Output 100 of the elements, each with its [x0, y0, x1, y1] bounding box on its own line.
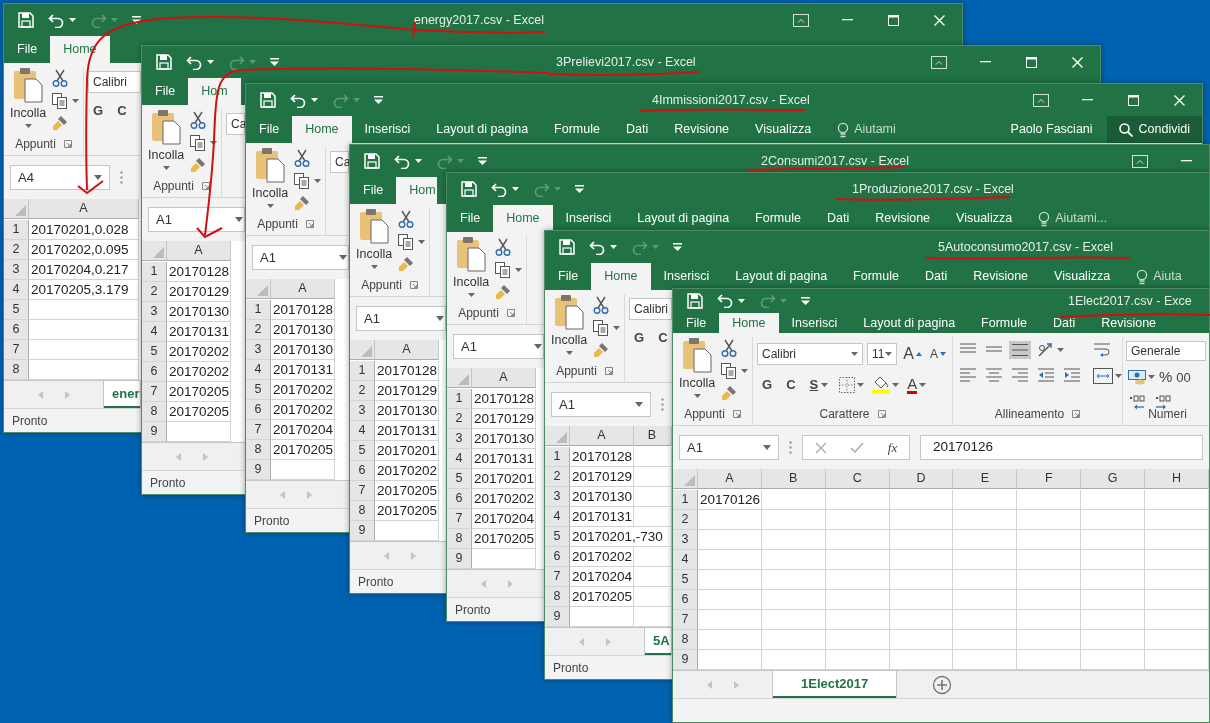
paintbrush-icon[interactable] — [593, 342, 610, 358]
ribbon-tab[interactable]: Formule — [742, 205, 814, 232]
row-header[interactable]: 6 — [545, 547, 570, 567]
paste-button[interactable]: Incolla — [250, 147, 291, 215]
scissors-icon[interactable] — [52, 69, 69, 87]
tell-me-field[interactable]: Aiutami — [824, 116, 909, 143]
row-header[interactable]: 8 — [545, 587, 570, 607]
paste-button[interactable]: Incolla — [8, 67, 49, 135]
column-header[interactable]: E — [953, 469, 1018, 489]
column-header[interactable]: B — [634, 426, 672, 446]
save-icon[interactable] — [687, 292, 703, 309]
ribbon-tab[interactable]: File — [673, 312, 720, 333]
save-icon[interactable] — [156, 54, 172, 70]
ribbon-tab[interactable]: Layout di pagina — [722, 263, 841, 290]
row-header[interactable]: 9 — [350, 521, 375, 541]
save-icon[interactable] — [364, 153, 380, 169]
paintbrush-icon[interactable] — [190, 157, 207, 173]
row-header[interactable]: 5 — [673, 570, 698, 590]
increase-indent-button[interactable] — [1061, 367, 1083, 383]
scissors-icon[interactable] — [721, 339, 738, 357]
minimize-icon[interactable] — [841, 19, 853, 21]
column-header[interactable]: A — [167, 241, 231, 261]
italic-button[interactable]: C — [112, 101, 132, 121]
ribbon-display-icon[interactable] — [1132, 154, 1148, 168]
caret-icon[interactable] — [72, 99, 80, 103]
row-header[interactable]: 5 — [545, 527, 570, 547]
ribbon-tab[interactable]: File — [4, 36, 51, 63]
column-header[interactable]: F — [1017, 469, 1082, 489]
ribbon-tab[interactable]: Inserisci — [552, 205, 625, 232]
row-header[interactable]: 4 — [350, 421, 375, 441]
launcher-icon[interactable] — [1072, 410, 1081, 418]
row-header[interactable]: 3 — [447, 429, 472, 449]
row-header[interactable]: 6 — [4, 320, 29, 340]
ribbon-tab[interactable]: Dati — [1039, 312, 1089, 333]
column-header[interactable]: A — [697, 469, 762, 489]
row-header[interactable]: 5 — [350, 441, 375, 461]
italic-button[interactable]: C — [781, 375, 801, 395]
grow-font-button[interactable]: A — [901, 341, 924, 367]
align-bottom-button[interactable] — [1009, 341, 1031, 359]
row-header[interactable]: 3 — [246, 340, 271, 360]
row-header[interactable]: 2 — [350, 381, 375, 401]
row-header[interactable]: 8 — [447, 529, 472, 549]
row-header[interactable]: 1 — [246, 300, 271, 320]
ribbon-tab[interactable]: Inserisci — [778, 312, 851, 333]
row-header[interactable]: 1 — [447, 389, 472, 409]
copy-icon[interactable] — [52, 93, 69, 109]
row-header[interactable]: 6 — [142, 362, 167, 382]
paintbrush-icon[interactable] — [495, 284, 512, 300]
bold-button[interactable]: G — [757, 375, 778, 395]
column-header[interactable]: A — [375, 340, 439, 360]
ribbon-tab[interactable]: Revisione — [1088, 312, 1170, 333]
launcher-icon[interactable] — [201, 182, 210, 190]
grip-icon[interactable] — [120, 171, 123, 184]
ribbon-tab[interactable]: Revisione — [960, 263, 1042, 290]
column-header[interactable]: A — [271, 279, 335, 299]
copy-icon[interactable] — [495, 262, 512, 278]
minimize-icon[interactable] — [979, 61, 991, 63]
row-header[interactable]: 8 — [142, 402, 167, 422]
row-header[interactable]: 2 — [246, 320, 271, 340]
ribbon-tab[interactable]: Home — [719, 312, 779, 333]
ribbon-tab[interactable]: Dati — [612, 116, 662, 143]
launcher-icon[interactable] — [877, 410, 886, 418]
maximize-icon[interactable] — [887, 14, 899, 26]
ribbon-tab[interactable]: Dati — [813, 205, 863, 232]
row-header[interactable]: 7 — [350, 481, 375, 501]
bold-button[interactable]: G — [88, 101, 109, 121]
row-header[interactable]: 4 — [142, 322, 167, 342]
row-header[interactable]: 9 — [673, 650, 698, 670]
ribbon-tab[interactable]: Home — [292, 116, 352, 143]
row-header[interactable]: 7 — [142, 382, 167, 402]
scissors-icon[interactable] — [398, 210, 415, 228]
caret-icon[interactable] — [610, 245, 617, 249]
italic-button[interactable]: C — [653, 328, 669, 348]
row-header[interactable]: 7 — [447, 509, 472, 529]
row-header[interactable]: 3 — [4, 260, 29, 280]
ribbon-tab[interactable]: Home — [591, 263, 651, 290]
check-icon[interactable] — [850, 441, 865, 454]
name-box[interactable]: A1 — [148, 207, 245, 232]
row-header[interactable]: 7 — [246, 420, 271, 440]
row-header[interactable]: 7 — [673, 610, 698, 630]
font-name-field[interactable]: Ca — [226, 113, 245, 135]
caret-icon[interactable] — [851, 352, 858, 356]
row-header[interactable]: 6 — [447, 489, 472, 509]
row-header[interactable]: 1 — [4, 220, 29, 240]
currency-button[interactable] — [1126, 368, 1157, 387]
row-header[interactable]: 7 — [545, 567, 570, 587]
paintbrush-icon[interactable] — [721, 385, 738, 401]
ribbon-tab[interactable]: Inserisci — [351, 116, 424, 143]
save-icon[interactable] — [260, 92, 276, 108]
row-header[interactable]: 1 — [142, 262, 167, 282]
row-header[interactable]: 4 — [246, 360, 271, 380]
name-box[interactable]: A1 — [679, 435, 779, 460]
scissors-icon[interactable] — [190, 111, 207, 129]
copy-icon[interactable] — [593, 320, 610, 336]
row-header[interactable]: 8 — [350, 501, 375, 521]
sheet-tab[interactable]: 5A — [645, 628, 671, 655]
ribbon-tab[interactable]: File — [246, 116, 293, 143]
caret-icon[interactable] — [512, 187, 519, 191]
ribbon-tab[interactable]: Layout di pagina — [624, 205, 743, 232]
ribbon-display-icon[interactable] — [931, 55, 947, 69]
